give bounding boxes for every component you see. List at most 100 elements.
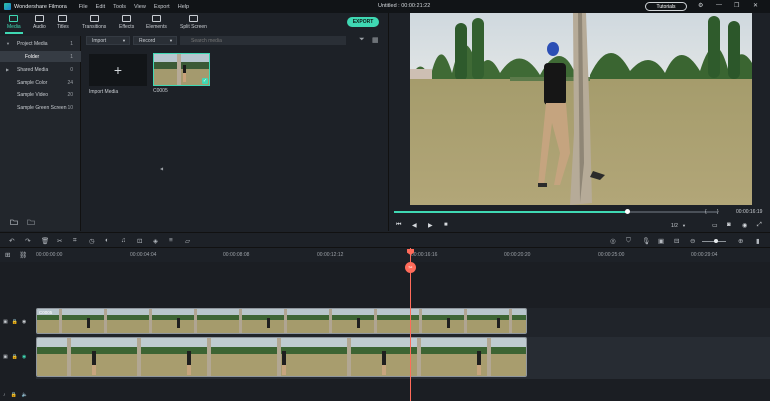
render-icon[interactable]: ◎ — [610, 237, 616, 245]
folder-icon[interactable] — [27, 219, 35, 225]
settings-icon[interactable]: ⚙ — [698, 2, 703, 9]
media-clip-thumbnail[interactable]: ✓ — [153, 53, 210, 86]
timeline-ruler[interactable]: ⊞ ⛓ 00:00:00:00 00:00:04:04 00:00:08:08 … — [0, 248, 770, 262]
maximize-icon[interactable]: ❐ — [734, 2, 739, 9]
zoom-in-icon[interactable]: ⊕ — [738, 237, 743, 245]
menu-view[interactable]: View — [134, 4, 146, 10]
timeline-clip-track-2[interactable]: C0005 — [36, 308, 527, 334]
redo-icon[interactable]: ↷ — [25, 237, 30, 245]
filter-icon[interactable]: ⏷ — [359, 36, 365, 44]
sidebar-item-project-media[interactable]: ▼ Project Media 1 — [0, 38, 81, 49]
tab-elements-label: Elements — [146, 24, 167, 30]
playback-scrubber-handle[interactable] — [625, 209, 631, 214]
check-icon: ✓ — [202, 78, 208, 84]
eye-icon[interactable]: ◉ — [22, 319, 26, 325]
tab-media[interactable]: Media — [5, 15, 23, 34]
keyframe-icon[interactable]: ◈ — [153, 237, 158, 245]
sidebar-item-label: Sample Color — [17, 79, 48, 86]
lock-icon[interactable]: 🔒 — [11, 392, 17, 398]
menu-file[interactable]: File — [79, 4, 88, 10]
export-label: EXPORT — [352, 19, 374, 25]
stop-icon[interactable]: ■ — [444, 222, 448, 228]
sidebar-item-sample-color[interactable]: Sample Color 24 — [0, 77, 81, 88]
crop-icon[interactable]: ⌗ — [73, 237, 77, 245]
split-scissors-icon[interactable]: ✂ — [405, 262, 416, 273]
timeline-layout-icon[interactable]: ⊟ — [674, 237, 679, 245]
export-button[interactable]: EXPORT — [347, 17, 379, 27]
display-settings-icon[interactable]: ▭ — [712, 222, 718, 229]
play-reverse-icon[interactable]: ◀ — [412, 222, 417, 229]
sidebar-item-label: Shared Media — [17, 66, 49, 73]
tutorials-button[interactable]: Tutorials — [645, 2, 687, 11]
cut-icon[interactable]: ✂ — [57, 237, 62, 245]
search-input[interactable] — [180, 36, 346, 45]
sidebar-item-folder[interactable]: Folder 1 — [0, 51, 81, 62]
speaker-icon[interactable]: 🔈 — [22, 392, 28, 398]
speed-icon[interactable]: ◷ — [89, 237, 95, 245]
audio-mixer-icon[interactable]: ⏥ — [185, 237, 190, 245]
import-media-tile[interactable]: + — [89, 54, 147, 86]
add-track-icon[interactable]: ⊞ — [5, 251, 10, 259]
menu-edit[interactable]: Edit — [96, 4, 105, 10]
tab-effects[interactable]: Effects — [119, 15, 134, 30]
link-icon[interactable]: ⛓ — [19, 251, 27, 259]
zoom-out-icon[interactable]: ⊖ — [690, 237, 695, 245]
timeline-toolbar: ↶ ↷ 🗑 ✂ ⌗ ◷ ◐ ♫ ⊡ ◈ ≡ ⏥ ◎ ⛉ 🎙 ▣ ⊟ ⊖ ⊕ ▮ — [0, 232, 770, 248]
snapshot-icon[interactable]: ▣ — [658, 237, 664, 245]
tab-elements[interactable]: Elements — [146, 15, 167, 30]
record-dropdown[interactable]: Record ▼ — [133, 36, 177, 45]
snapshot-camera-icon[interactable]: ◙ — [727, 222, 731, 228]
adjust-icon[interactable]: ≡ — [169, 237, 173, 244]
menu-export[interactable]: Export — [154, 4, 170, 10]
media-clip-label: C0005 — [153, 88, 168, 94]
ruler-label: 00:00:25:00 — [598, 252, 625, 258]
sidebar-item-shared-media[interactable]: ▶ Shared Media 0 — [0, 64, 81, 75]
mark-in-icon[interactable]: { — [705, 209, 707, 215]
step-back-icon[interactable]: ⏮ — [396, 222, 401, 229]
color-icon[interactable]: ◐ — [105, 237, 109, 244]
mark-out-icon[interactable]: } — [717, 209, 719, 215]
close-icon[interactable]: ✕ — [753, 2, 758, 9]
ruler-label: 00:00:29:04 — [691, 252, 718, 258]
filmora-window: Wondershare Filmora File Edit Tools View… — [0, 0, 770, 401]
minimize-icon[interactable]: ― — [716, 2, 722, 8]
tab-split-screen[interactable]: Split Screen — [180, 15, 207, 30]
menu-help[interactable]: Help — [178, 4, 189, 10]
eye-icon[interactable]: ◉ — [22, 354, 26, 360]
expand-right-icon[interactable]: ▶ — [6, 67, 9, 72]
zoom-slider-handle[interactable] — [714, 239, 718, 243]
volume-icon[interactable]: ◉ — [742, 222, 747, 229]
ruler-label: 00:00:04:04 — [130, 252, 157, 258]
new-folder-icon[interactable] — [10, 219, 18, 225]
undo-icon[interactable]: ↶ — [9, 237, 14, 245]
media-toolbar: Media Audio Titles Transitions Effects E… — [0, 13, 387, 36]
grid-view-icon[interactable]: ▦ — [372, 36, 379, 44]
sidebar-item-sample-video[interactable]: Sample Video 20 — [0, 89, 81, 100]
ruler-label: 00:00:16:16 — [411, 252, 438, 258]
tab-audio[interactable]: Audio — [33, 15, 46, 30]
collapse-panel-icon[interactable]: ◀ — [160, 166, 163, 171]
marker-shield-icon[interactable]: ⛉ — [626, 237, 631, 245]
timeline-clip-track-1[interactable] — [36, 337, 527, 377]
fullscreen-icon[interactable]: ⤢ — [757, 222, 762, 229]
import-dropdown-label: Import — [92, 37, 107, 44]
lock-icon[interactable]: 🔒 — [12, 354, 18, 360]
fit-icon[interactable]: ⊡ — [137, 237, 142, 245]
expand-down-icon[interactable]: ▼ — [6, 41, 10, 46]
current-time: 00:00:16:19 — [736, 209, 763, 215]
import-dropdown[interactable]: Import ▼ — [86, 36, 130, 45]
lock-icon[interactable]: 🔒 — [12, 319, 18, 325]
tab-titles[interactable]: Titles — [57, 15, 69, 30]
panel-toggle-icon[interactable]: ▮ — [756, 237, 760, 245]
ruler-label: 00:00:20:20 — [504, 252, 531, 258]
delete-icon[interactable]: 🗑 — [41, 237, 49, 245]
menu-tools[interactable]: Tools — [113, 4, 126, 10]
tab-transitions[interactable]: Transitions — [82, 15, 106, 30]
audio-adjust-icon[interactable]: ♫ — [121, 237, 126, 244]
preview-quality-select[interactable]: 1/2 — [671, 223, 678, 229]
record-dropdown-label: Record — [139, 37, 156, 44]
play-icon[interactable]: ▶ — [428, 222, 433, 229]
microphone-icon[interactable]: 🎙 — [642, 237, 650, 245]
playback-scrubber[interactable] — [394, 209, 718, 214]
sidebar-item-sample-green-screen[interactable]: Sample Green Screen 10 — [0, 102, 81, 113]
